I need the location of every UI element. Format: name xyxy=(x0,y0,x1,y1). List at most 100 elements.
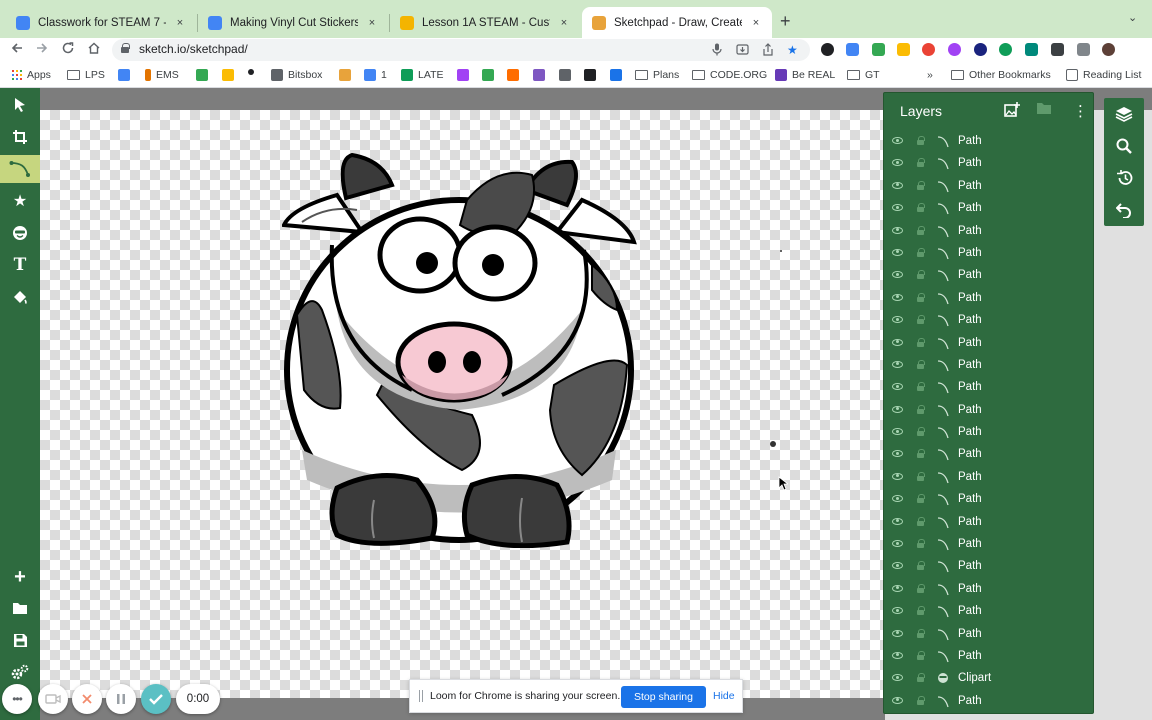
share-icon[interactable] xyxy=(762,43,774,59)
new-tab-button[interactable]: + xyxy=(780,11,791,32)
bookmark-ext-4[interactable] xyxy=(533,69,545,81)
bookmark-ext-2[interactable] xyxy=(482,69,494,81)
stamp-tool-button[interactable]: ★ xyxy=(4,187,36,215)
home-icon[interactable] xyxy=(87,41,101,58)
bookmark-calendar[interactable] xyxy=(118,69,130,81)
layer-row[interactable]: Path xyxy=(884,534,1093,556)
bookmark-ext-6[interactable] xyxy=(584,69,596,81)
bookmark-ems[interactable]: EMS xyxy=(145,69,179,81)
lock-icon[interactable] xyxy=(917,247,925,257)
stop-sharing-button[interactable]: Stop sharing xyxy=(621,686,706,708)
tab-classwork[interactable]: Classwork for STEAM 7 - Spring × xyxy=(6,7,196,38)
lock-icon[interactable] xyxy=(917,225,925,235)
lock-icon[interactable] xyxy=(121,43,130,53)
tab-search-icon[interactable]: ⌄ xyxy=(1128,11,1137,24)
zoom-button[interactable] xyxy=(1110,132,1138,160)
eye-icon[interactable] xyxy=(892,584,903,592)
lock-icon[interactable] xyxy=(917,158,925,168)
bookmark-lps[interactable]: LPS xyxy=(67,69,105,81)
bookmark-ext-5[interactable] xyxy=(559,69,571,81)
recorder-menu-button[interactable]: ••• xyxy=(2,684,32,714)
save-button[interactable] xyxy=(4,626,36,654)
eye-icon[interactable] xyxy=(892,338,903,346)
cow-clipart[interactable] xyxy=(282,150,638,548)
select-tool-button[interactable] xyxy=(4,91,36,119)
layer-row[interactable]: Path xyxy=(884,579,1093,601)
layer-row[interactable]: Path xyxy=(884,624,1093,646)
lock-icon[interactable] xyxy=(917,315,925,325)
lock-icon[interactable] xyxy=(917,136,925,145)
lock-icon[interactable] xyxy=(917,382,925,392)
bookmark-sketch[interactable] xyxy=(339,69,351,81)
install-app-icon[interactable] xyxy=(736,43,749,59)
back-icon[interactable] xyxy=(10,41,24,58)
extension-building-icon[interactable] xyxy=(1025,43,1038,56)
eye-icon[interactable] xyxy=(892,226,903,234)
layer-row[interactable]: Path xyxy=(884,221,1093,243)
eye-icon[interactable] xyxy=(892,428,903,436)
bookmark-photos[interactable] xyxy=(196,69,208,81)
settings-button[interactable] xyxy=(4,658,36,686)
folder-icon[interactable] xyxy=(1036,102,1052,118)
eye-icon[interactable] xyxy=(892,472,903,480)
add-button[interactable]: + xyxy=(4,563,36,591)
bookmark-reading-list[interactable]: Reading List xyxy=(1066,69,1141,81)
eye-icon[interactable] xyxy=(892,629,903,637)
profile-avatar[interactable] xyxy=(1102,43,1115,56)
extensions-puzzle-icon[interactable] xyxy=(1077,43,1090,56)
layer-row[interactable]: Path xyxy=(884,422,1093,444)
bookmark-gt[interactable]: GT xyxy=(847,69,880,81)
layer-row[interactable]: Path xyxy=(884,444,1093,466)
layer-row[interactable]: Path xyxy=(884,243,1093,265)
add-image-layer-icon[interactable] xyxy=(1004,102,1020,120)
pause-recording-button[interactable] xyxy=(106,684,136,714)
extension-puzzle-blue-icon[interactable] xyxy=(846,43,859,56)
extension-g-icon[interactable] xyxy=(999,43,1012,56)
fill-tool-button[interactable] xyxy=(4,283,36,311)
eye-icon[interactable] xyxy=(892,674,903,682)
layer-row[interactable]: Path xyxy=(884,601,1093,623)
eye-icon[interactable] xyxy=(892,562,903,570)
layer-row[interactable]: Path xyxy=(884,176,1093,198)
close-icon[interactable]: × xyxy=(366,17,378,29)
lock-icon[interactable] xyxy=(917,203,925,213)
extension-heart-icon[interactable] xyxy=(922,43,935,56)
lock-icon[interactable] xyxy=(917,404,925,414)
bookmark-bitsbox[interactable]: Bitsbox xyxy=(271,69,322,81)
bookmarks-overflow-button[interactable]: » xyxy=(927,69,933,81)
lock-icon[interactable] xyxy=(917,292,925,302)
bookmark-ext-1[interactable] xyxy=(457,69,469,81)
text-tool-button[interactable]: T xyxy=(4,251,36,279)
eye-icon[interactable] xyxy=(892,360,903,368)
bookmark-dot[interactable] xyxy=(248,69,254,75)
lock-icon[interactable] xyxy=(917,180,925,190)
eye-icon[interactable] xyxy=(892,293,903,301)
address-bar[interactable]: sketch.io/sketchpad/ ★ xyxy=(112,39,810,61)
layer-row[interactable]: Path xyxy=(884,355,1093,377)
extension-rocket-icon[interactable] xyxy=(1051,43,1064,56)
lock-icon[interactable] xyxy=(917,494,925,504)
bookmark-code-org[interactable]: CODE.ORG xyxy=(692,69,767,81)
forward-icon[interactable] xyxy=(35,41,49,58)
bookmark-star-icon[interactable]: ★ xyxy=(787,43,798,57)
close-icon[interactable]: × xyxy=(750,17,762,29)
tab-lesson-1a[interactable]: Lesson 1A STEAM - Customizing × xyxy=(390,7,580,38)
tab-sketchpad[interactable]: Sketchpad - Draw, Create, Share × xyxy=(582,7,772,38)
eye-icon[interactable] xyxy=(892,181,903,189)
layer-row[interactable]: Path xyxy=(884,489,1093,511)
eye-icon[interactable] xyxy=(892,137,903,144)
lock-icon[interactable] xyxy=(917,449,925,459)
cancel-recording-button[interactable] xyxy=(72,684,102,714)
extension-classroom-icon[interactable] xyxy=(872,43,885,56)
eye-icon[interactable] xyxy=(892,607,903,615)
finish-recording-button[interactable] xyxy=(141,684,171,714)
layer-row[interactable]: Clipart xyxy=(884,668,1093,690)
layer-row[interactable]: Path xyxy=(884,556,1093,578)
eye-icon[interactable] xyxy=(892,450,903,458)
url-text[interactable]: sketch.io/sketchpad/ xyxy=(139,42,248,56)
layer-row[interactable]: Path xyxy=(884,288,1093,310)
lock-icon[interactable] xyxy=(917,471,925,481)
eye-icon[interactable] xyxy=(892,651,903,659)
lock-icon[interactable] xyxy=(917,628,925,638)
bookmark-docs-1[interactable]: 1 xyxy=(364,69,387,81)
